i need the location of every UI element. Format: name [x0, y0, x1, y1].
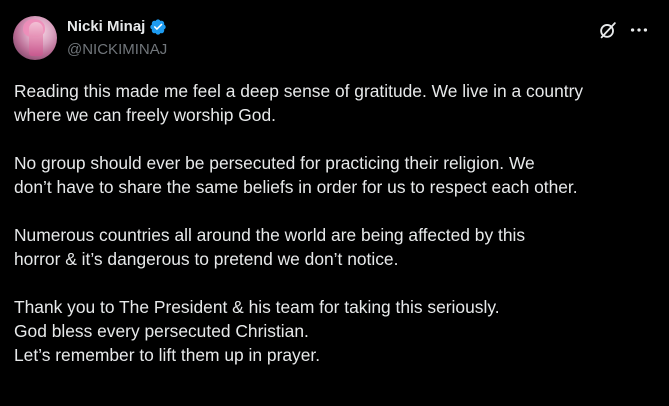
author-handle[interactable]: @NICKIMINAJ: [67, 40, 167, 60]
post-text: Reading this made me feel a deep sense o…: [14, 79, 659, 367]
author-display-name[interactable]: Nicki Minaj: [67, 17, 145, 37]
grok-icon[interactable]: [597, 19, 619, 41]
post-paragraph-4: Thank you to The President & his team fo…: [14, 297, 500, 365]
post-paragraph-1: Reading this made me feel a deep sense o…: [14, 81, 584, 125]
post: Nicki Minaj @NICKIMINAJ Reading this mad…: [0, 0, 669, 406]
avatar[interactable]: [13, 16, 57, 60]
verified-badge-icon: [150, 19, 167, 35]
more-options-icon[interactable]: [628, 19, 650, 41]
author-name-row: Nicki Minaj: [67, 17, 167, 37]
avatar-figure: [29, 22, 43, 56]
post-paragraph-3: Numerous countries all around the world …: [14, 225, 526, 269]
post-paragraph-2: No group should ever be persecuted for p…: [14, 153, 578, 197]
